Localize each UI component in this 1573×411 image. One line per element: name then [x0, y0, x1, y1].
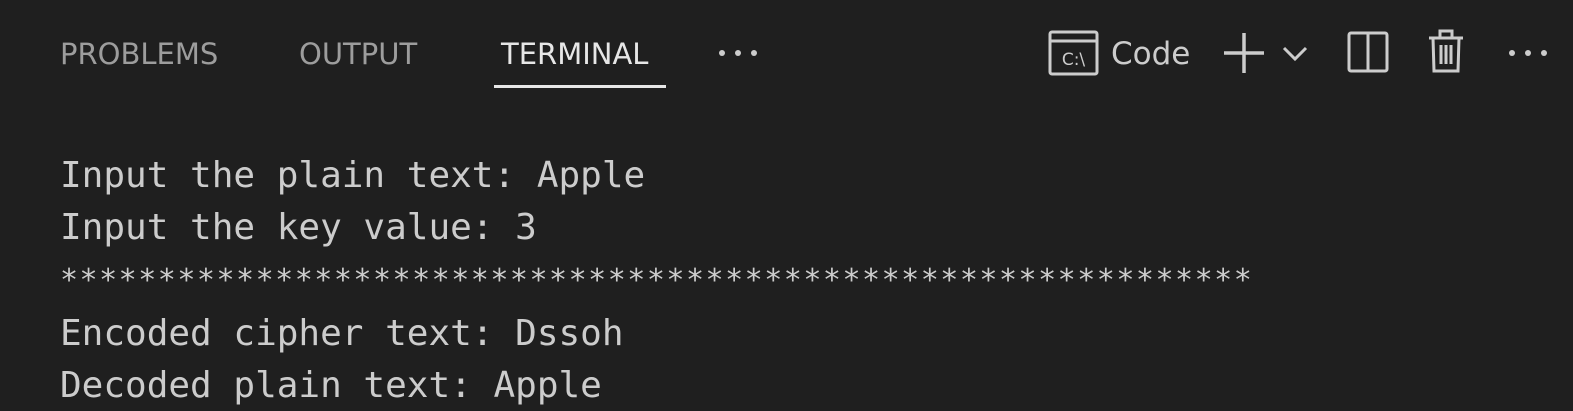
terminal-line: Input the key value: 3 [60, 207, 537, 248]
more-tabs-icon[interactable] [716, 38, 760, 68]
terminal-line: Input the plain text: Apple [60, 155, 646, 196]
terminal-line: Encoded cipher text: Dssoh [60, 313, 624, 354]
terminal-line: Decoded plain text: Apple [60, 365, 602, 406]
panel-tab-bar: PROBLEMS OUTPUT TERMINAL C:\ Code [0, 0, 1573, 110]
terminal-shell-icon-text: C:\ [1062, 50, 1086, 70]
terminal-output[interactable]: Input the plain text: Apple Input the ke… [60, 150, 1540, 411]
split-icon[interactable] [1347, 31, 1389, 73]
tab-terminal[interactable]: TERMINAL [501, 30, 648, 78]
terminal-separator-line: ****************************************… [60, 263, 1254, 298]
more-icon[interactable] [1506, 38, 1550, 68]
trash-icon[interactable] [1427, 28, 1465, 74]
active-tab-indicator [494, 85, 666, 88]
terminal-shell-icon[interactable]: C:\ [1048, 30, 1100, 76]
add-icon[interactable] [1222, 31, 1266, 75]
tab-output[interactable]: OUTPUT [299, 30, 417, 78]
chevron-down-icon[interactable] [1282, 44, 1308, 62]
tab-problems[interactable]: PROBLEMS [60, 30, 218, 78]
terminal-shell-label[interactable]: Code [1111, 30, 1190, 78]
